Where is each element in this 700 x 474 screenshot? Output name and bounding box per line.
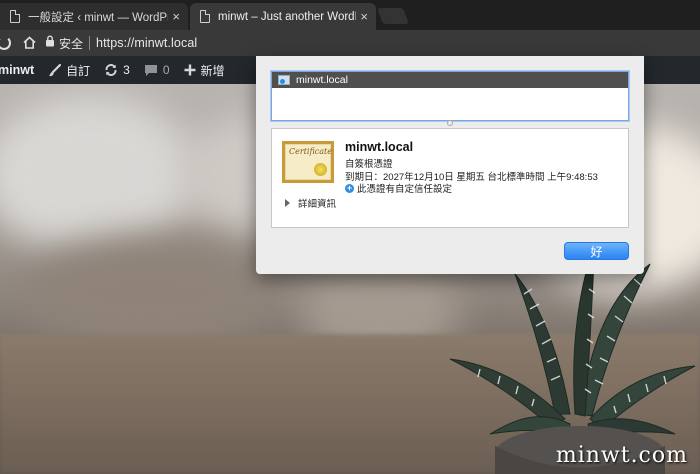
comments-count: 0 [162,63,170,77]
lock-icon[interactable] [45,34,55,52]
brush-icon [48,63,62,77]
disclosure-triangle-icon[interactable] [285,199,290,207]
browser-toolbar: 安全 https://minwt.local [0,30,700,56]
certificate-type: 自簽根憑證 [345,159,393,170]
trust-label: 此憑證有自定信任設定 [357,184,453,195]
tab-wordpress-settings[interactable]: 一般設定 ‹ minwt — WordPress × [0,3,188,30]
admin-bar-new[interactable]: 新增 [184,62,225,79]
plus-circle-icon: + [345,182,354,193]
tab-title: 一般設定 ‹ minwt — WordPress [28,11,168,24]
comment-icon [144,64,158,77]
new-tab-button[interactable] [377,8,409,24]
tab-title: minwt – Just another WordPress [218,10,356,23]
updates-count: 3 [123,63,130,77]
updates-icon [104,63,118,77]
close-tab-icon[interactable]: × [172,9,180,24]
admin-bar-customize[interactable]: 自訂 [48,62,90,79]
admin-bar-updates[interactable]: 3 [104,63,130,77]
splitter-handle[interactable] [447,120,453,126]
customize-label: 自訂 [66,63,91,78]
new-label: 新增 [200,63,225,78]
certificate-chain-list[interactable]: minwt.local [271,71,629,121]
details-label: 詳細資訊 [298,199,337,210]
chain-item-selected[interactable]: minwt.local [272,72,628,88]
certificate-image-text: Certificate [289,147,332,156]
url-field[interactable]: https://minwt.local [96,36,197,50]
reload-icon[interactable] [0,36,11,50]
tab-minwt-home[interactable]: minwt – Just another WordPress × [190,3,376,30]
tab-strip: 一般設定 ‹ minwt — WordPress × minwt – Just … [0,0,700,30]
certificate-trust-note: + 此憑證有自定信任設定 [345,181,452,195]
plus-icon [184,64,196,76]
separator [89,36,91,50]
watermark-logo: minwt.com [555,443,688,468]
secure-label[interactable]: 安全 [59,35,83,52]
admin-bar-comments[interactable]: 0 [144,63,170,77]
certificate-image: Certificate [282,141,334,183]
document-icon [200,10,210,23]
certificate-small-icon [278,75,290,85]
details-disclosure[interactable]: 詳細資訊 [285,196,336,210]
site-name-label: minwt [0,63,35,77]
ok-button[interactable]: 好 [564,242,629,260]
seal-icon [314,163,327,176]
admin-bar-site-name[interactable]: minwt [0,63,34,77]
certificate-name: minwt.local [345,140,414,154]
certificate-details-panel: Certificate minwt.local 自簽根憑證 到期日：2027年1… [271,128,629,228]
document-icon [10,10,20,23]
certificate-dialog: minwt.local Certificate minwt.local 自簽根憑… [256,56,644,274]
chain-item-label: minwt.local [296,74,348,86]
close-tab-icon[interactable]: × [360,9,368,24]
home-icon[interactable] [23,36,36,50]
